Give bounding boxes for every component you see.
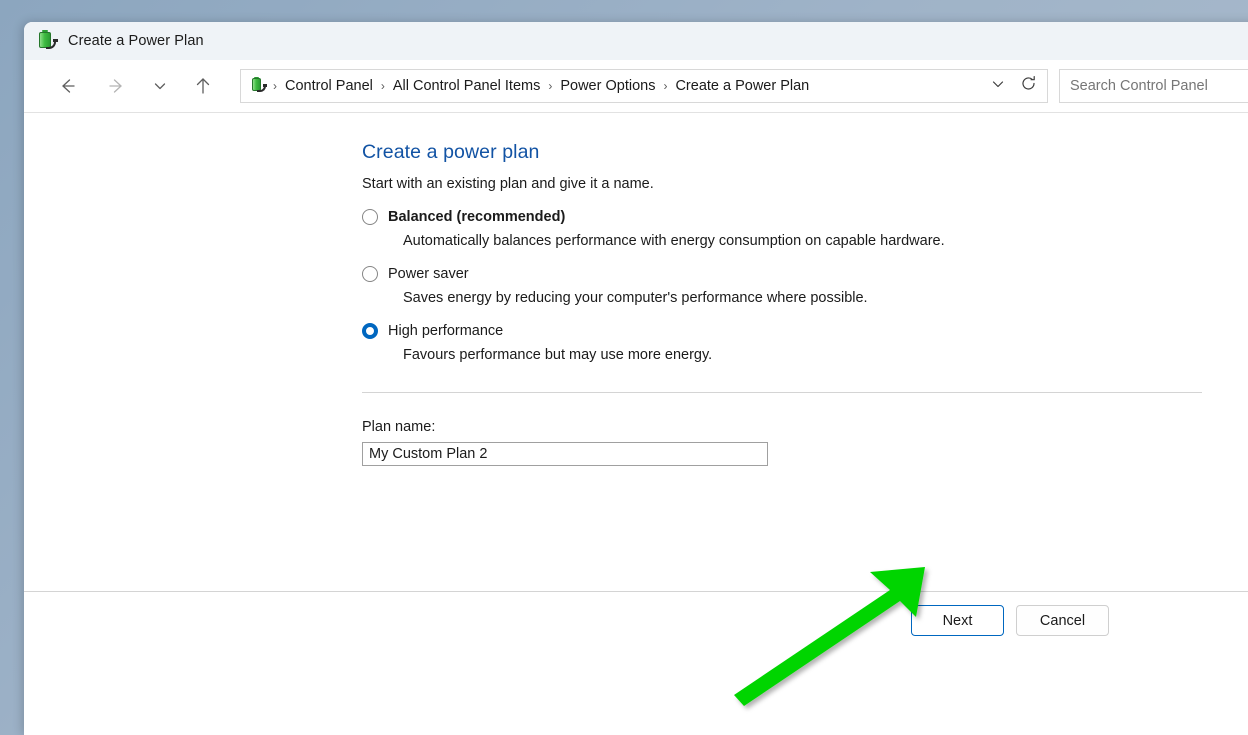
next-button[interactable]: Next bbox=[911, 605, 1004, 636]
arrow-up-icon bbox=[193, 76, 213, 96]
breadcrumb-item-all-control-panel-items[interactable]: All Control Panel Items bbox=[388, 75, 545, 97]
page-title: Create a power plan bbox=[362, 141, 540, 163]
option-description-balanced: Automatically balances performance with … bbox=[403, 233, 945, 249]
plan-name-label: Plan name: bbox=[362, 419, 436, 435]
option-high-performance[interactable]: High performance Favours performance but… bbox=[362, 323, 1242, 363]
breadcrumb-separator: › bbox=[380, 79, 385, 93]
forward-button[interactable] bbox=[98, 69, 136, 103]
recent-locations-button[interactable] bbox=[146, 69, 174, 103]
option-balanced[interactable]: Balanced (recommended) Automatically bal… bbox=[362, 209, 1242, 249]
arrow-left-icon bbox=[57, 76, 77, 96]
plan-name-field[interactable] bbox=[362, 442, 768, 466]
search-box[interactable] bbox=[1059, 69, 1248, 103]
breadcrumb-separator: › bbox=[663, 79, 668, 93]
address-bar: › Control Panel › All Control Panel Item… bbox=[24, 60, 1248, 113]
desktop-background: Create a Power Plan › Control Panel › Al… bbox=[0, 0, 1248, 735]
breadcrumb-item-control-panel[interactable]: Control Panel bbox=[280, 75, 378, 97]
refresh-icon bbox=[1020, 75, 1037, 97]
cancel-button[interactable]: Cancel bbox=[1016, 605, 1109, 636]
option-label-balanced: Balanced (recommended) bbox=[388, 209, 566, 225]
window-titlebar: Create a Power Plan bbox=[24, 22, 1248, 60]
up-button[interactable] bbox=[184, 69, 222, 103]
breadcrumb-separator: › bbox=[273, 79, 277, 93]
radio-high-performance[interactable] bbox=[362, 323, 378, 339]
breadcrumb-dropdown-button[interactable] bbox=[983, 72, 1013, 100]
chevron-down-icon bbox=[990, 76, 1006, 97]
content-area: Create a power plan Start with an existi… bbox=[24, 113, 1248, 591]
section-divider bbox=[362, 392, 1202, 393]
create-power-plan-form: Create a power plan Start with an existi… bbox=[362, 141, 1242, 466]
dialog-footer: Next Cancel bbox=[24, 591, 1248, 671]
option-description-high-performance: Favours performance but may use more ene… bbox=[403, 347, 713, 363]
plan-name-input[interactable] bbox=[363, 446, 767, 462]
breadcrumb-separator: › bbox=[548, 79, 553, 93]
control-panel-window: Create a Power Plan › Control Panel › Al… bbox=[24, 22, 1248, 735]
radio-balanced[interactable] bbox=[362, 209, 378, 225]
option-power-saver[interactable]: Power saver Saves energy by reducing you… bbox=[362, 266, 1242, 306]
breadcrumb-item-create-a-power-plan[interactable]: Create a Power Plan bbox=[670, 75, 814, 97]
arrow-right-icon bbox=[107, 76, 127, 96]
option-label-power-saver: Power saver bbox=[388, 266, 469, 282]
window-title: Create a Power Plan bbox=[68, 33, 204, 49]
option-label-high-performance: High performance bbox=[388, 323, 504, 339]
power-plan-icon bbox=[249, 77, 267, 95]
back-button[interactable] bbox=[48, 69, 86, 103]
refresh-button[interactable] bbox=[1013, 72, 1043, 100]
radio-power-saver[interactable] bbox=[362, 266, 378, 282]
page-subtitle: Start with an existing plan and give it … bbox=[362, 176, 654, 192]
breadcrumb[interactable]: › Control Panel › All Control Panel Item… bbox=[240, 69, 1048, 103]
breadcrumb-item-power-options[interactable]: Power Options bbox=[555, 75, 660, 97]
chevron-down-icon bbox=[152, 78, 168, 94]
option-description-power-saver: Saves energy by reducing your computer's… bbox=[403, 290, 868, 306]
search-input[interactable] bbox=[1060, 78, 1248, 94]
power-plan-icon bbox=[36, 30, 58, 52]
